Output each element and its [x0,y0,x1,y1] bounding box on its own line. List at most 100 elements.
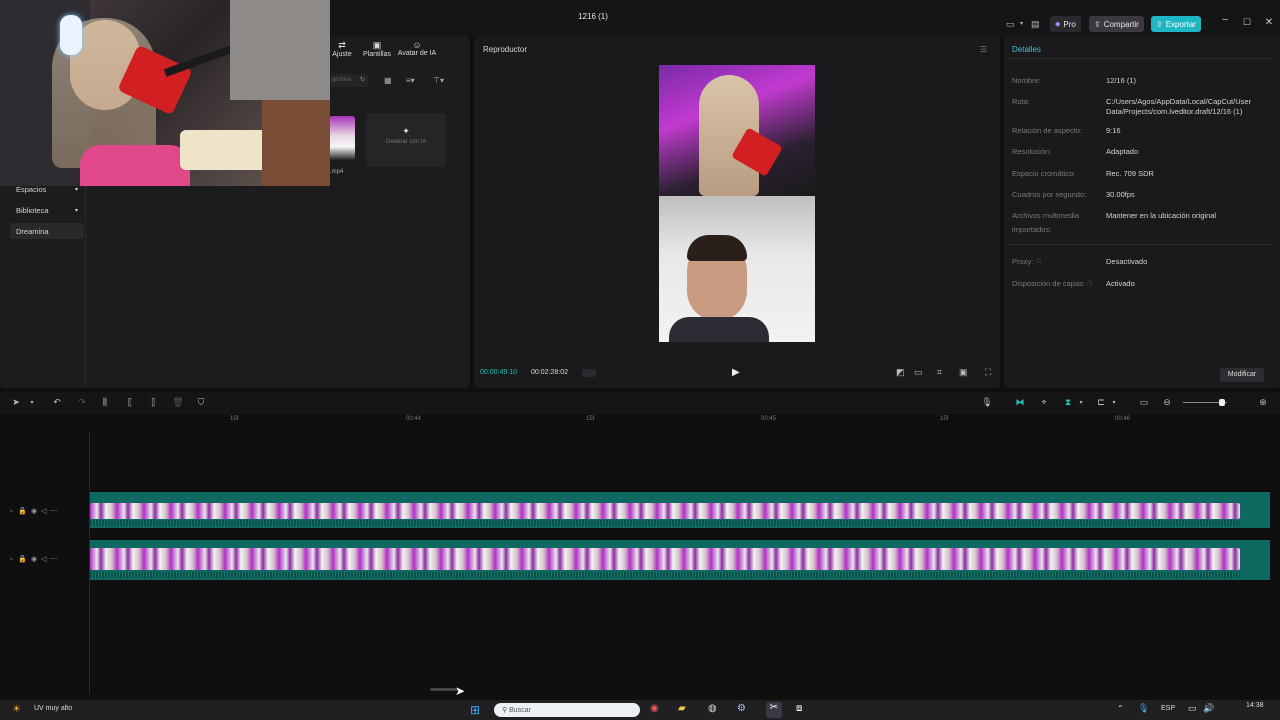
search-icon: ⚲ [502,707,508,714]
windows-start-icon[interactable]: ⊞ [470,703,480,717]
snap-icon[interactable]: ⊏ [1095,397,1107,408]
detail-value: Mantener en la ubicación original [1106,211,1217,220]
detail-value: C:/Users/Agos/AppData/Local/CapCut/User … [1106,97,1252,116]
chevron-down-icon[interactable]: ▾ [1108,399,1120,406]
trim-right-icon[interactable]: ⟧ [147,397,159,408]
play-icon[interactable]: ▶ [732,367,740,378]
generate-ai-button[interactable]: ✦ Generar con IA [366,113,446,167]
current-time: 00:00:49:10 [480,369,517,376]
microphone-tray-icon[interactable]: 🎙 [1138,703,1149,714]
media-thumbnail[interactable] [329,116,355,160]
volume-icon[interactable]: 🔊 [1203,703,1214,714]
filter-icon[interactable]: ⊤▾ [433,76,444,85]
split-icon[interactable]: ⫼ [99,397,111,408]
grid-view-icon[interactable]: ▦ [384,76,392,85]
timecode-format-toggle[interactable] [582,369,596,377]
audio-icon[interactable]: ◁ [41,508,46,515]
pro-button[interactable]: ◆ Pro [1050,16,1081,32]
more-icon[interactable]: ⋯ [50,556,57,563]
lock-icon[interactable]: 🔒 [18,556,27,563]
taskbar-search-input[interactable]: ⚲ Buscar [494,703,640,717]
search-input[interactable]: archivo ↻ [330,74,368,87]
detail-label: Cuadros por segundo: [1012,190,1087,199]
details-title[interactable]: Detalles [1012,45,1041,54]
sidebar-item-label: Biblioteca [16,205,49,215]
ratio-icon[interactable]: ▣ [959,367,968,378]
microphone-icon[interactable]: 🎙 [981,397,993,408]
video-clip[interactable] [90,503,1240,519]
chevron-down-icon[interactable]: ▾ [26,399,38,406]
modify-button[interactable]: Modificar [1220,368,1264,382]
tab-label: Plantillas [362,51,391,58]
select-tool-icon[interactable]: ➤ [10,397,22,408]
zoom-in-icon[interactable]: ⊕ [1257,397,1269,408]
layout-icon[interactable]: ▭ [1006,19,1015,30]
detail-label: Relación de aspecto: [1012,126,1083,135]
undo-icon[interactable]: ↶ [51,397,63,408]
zoom-out-icon[interactable]: ⊖ [1161,397,1173,408]
detail-label: Nombre: [1012,76,1041,85]
more-icon[interactable]: ⋯ [50,508,57,515]
sparkle-icon: ✦ [402,126,410,136]
share-button[interactable]: ⇪ Compartir [1089,16,1144,32]
tab-ai-avatar[interactable]: ☺ Avatar de IA [396,40,438,57]
weather-icon[interactable]: ☀ [12,704,21,715]
horizontal-scrollbar[interactable] [430,688,458,691]
chevron-down-icon[interactable]: ▾ [1020,20,1023,27]
link-icon[interactable]: ⌖ [1038,397,1050,408]
marker-icon[interactable]: ⛉ [195,397,207,408]
sidebar-item-dreamina[interactable]: Dreamina [10,223,84,239]
zoom-slider[interactable] [1183,399,1227,406]
help-icon[interactable]: ⓘ [1035,260,1041,266]
chevron-up-icon[interactable]: ⌃ [1117,704,1124,713]
tab-adjust[interactable]: ⇄ Ajuste [330,40,354,58]
chevron-down-icon[interactable]: ▾ [1075,399,1087,406]
app-icon[interactable]: ⧈ [796,703,802,714]
fullscreen-icon[interactable]: ⛶ [985,367,991,378]
maximize-icon[interactable]: ☐ [1240,17,1254,28]
shortcut-icon[interactable]: ▤ [1031,19,1040,30]
caption-icon[interactable]: ▭ [1138,397,1150,408]
delete-icon[interactable]: 🗑 [172,397,184,408]
tab-templates[interactable]: ▣ Plantillas [360,40,394,58]
close-icon[interactable]: ✕ [1262,17,1276,28]
upload-icon: ⇧ [1156,19,1163,29]
capcut-icon[interactable]: ✂ [766,702,782,718]
eye-icon[interactable]: ◉ [31,556,37,563]
minimize-icon[interactable]: – [1218,14,1232,25]
track-cover-icon[interactable]: ▫ [10,556,12,563]
aspect-icon[interactable]: ▭ [914,367,923,378]
chrome-icon[interactable]: ◉ [650,703,659,714]
eye-icon[interactable]: ◉ [31,508,37,515]
weather-text[interactable]: UV muy alto [34,705,72,712]
magnet-icon[interactable]: ⧓ [1014,397,1026,408]
quality-icon[interactable]: ◩ [896,367,905,378]
clock-time[interactable]: 14:38 [1246,702,1264,709]
steam-icon[interactable]: ⚙ [737,703,746,714]
tick-label: 00:45 [761,416,777,422]
obs-icon[interactable]: ◍ [708,703,717,714]
audio-icon[interactable]: ◁ [41,556,46,563]
menu-icon[interactable]: ☰ [980,45,987,54]
help-icon[interactable]: ⓘ [1087,282,1093,288]
redo-icon[interactable]: ↷ [76,397,88,408]
zoom-slider-knob[interactable] [1218,399,1225,406]
export-button[interactable]: ⇧ Exportar [1151,16,1201,32]
guest-shirt [669,317,769,342]
lock-icon[interactable]: 🔒 [18,508,27,515]
trim-left-icon[interactable]: ⟦ [124,397,136,408]
network-icon[interactable]: ▭ [1188,703,1197,714]
sort-icon[interactable]: ≡▾ [406,76,415,85]
language-indicator[interactable]: ESP [1161,705,1175,712]
preview-axis-icon[interactable]: ⧗ [1062,397,1074,408]
video-preview[interactable] [659,65,815,342]
player-title: Reproductor [483,45,528,54]
avatar-icon: ☺ [412,40,422,50]
share-icon: ⇪ [1094,19,1101,29]
crop-icon[interactable]: ⌗ [937,367,942,378]
search-placeholder: archivo [332,77,352,83]
track-cover-icon[interactable]: ▫ [10,508,12,515]
sidebar-item-library[interactable]: Biblioteca ▾ [10,202,84,218]
folder-icon[interactable]: ▰ [678,703,686,714]
video-clip[interactable] [90,548,1240,570]
